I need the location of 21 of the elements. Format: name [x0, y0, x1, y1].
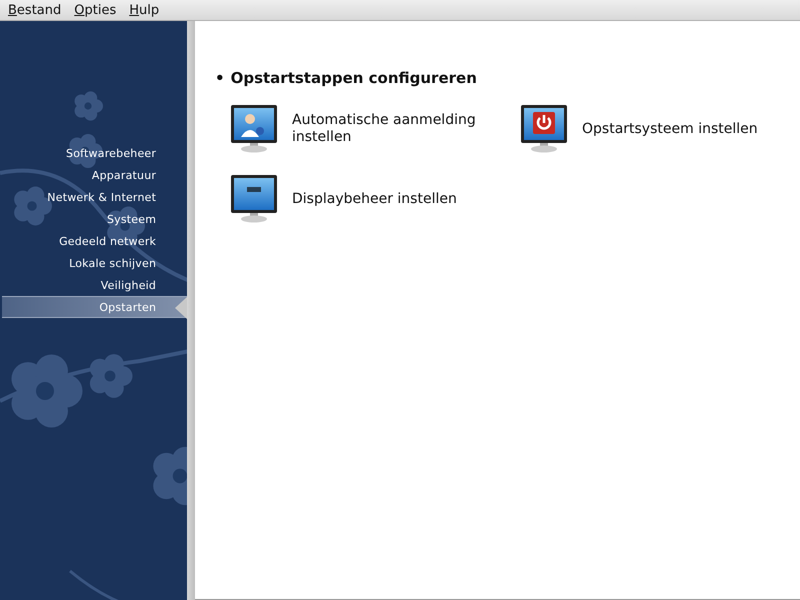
monitor-user-icon: [230, 105, 278, 153]
tool-launcher[interactable]: Displaybeheer instellen: [230, 175, 520, 223]
pane-splitter[interactable]: [187, 21, 195, 600]
sidebar-item[interactable]: Netwerk & Internet: [0, 186, 188, 208]
menu-item[interactable]: Bestand: [3, 2, 70, 18]
bullet-icon: •: [215, 69, 225, 87]
sidebar-item[interactable]: Softwarebeheer: [0, 142, 188, 164]
monitor-power-icon: [520, 105, 568, 153]
tool-launcher[interactable]: Automatische aanmelding instellen: [230, 105, 520, 153]
tool-launcher[interactable]: Opstartsysteem instellen: [520, 105, 800, 153]
sidebar-item[interactable]: Veiligheid: [0, 274, 188, 296]
monitor-dm-icon: [230, 175, 278, 223]
menu-item[interactable]: Opties: [69, 2, 124, 18]
sidebar-item[interactable]: Opstarten: [2, 296, 188, 318]
sidebar-item[interactable]: Lokale schijven: [0, 252, 188, 274]
section-title: Opstartstappen configureren: [230, 69, 477, 87]
menu-item[interactable]: Hulp: [124, 2, 168, 18]
selection-notch-icon: [173, 297, 188, 319]
sidebar-item[interactable]: Apparatuur: [0, 164, 188, 186]
sidebar-item[interactable]: Gedeeld netwerk: [0, 230, 188, 252]
sidebar-item[interactable]: Systeem: [0, 208, 188, 230]
